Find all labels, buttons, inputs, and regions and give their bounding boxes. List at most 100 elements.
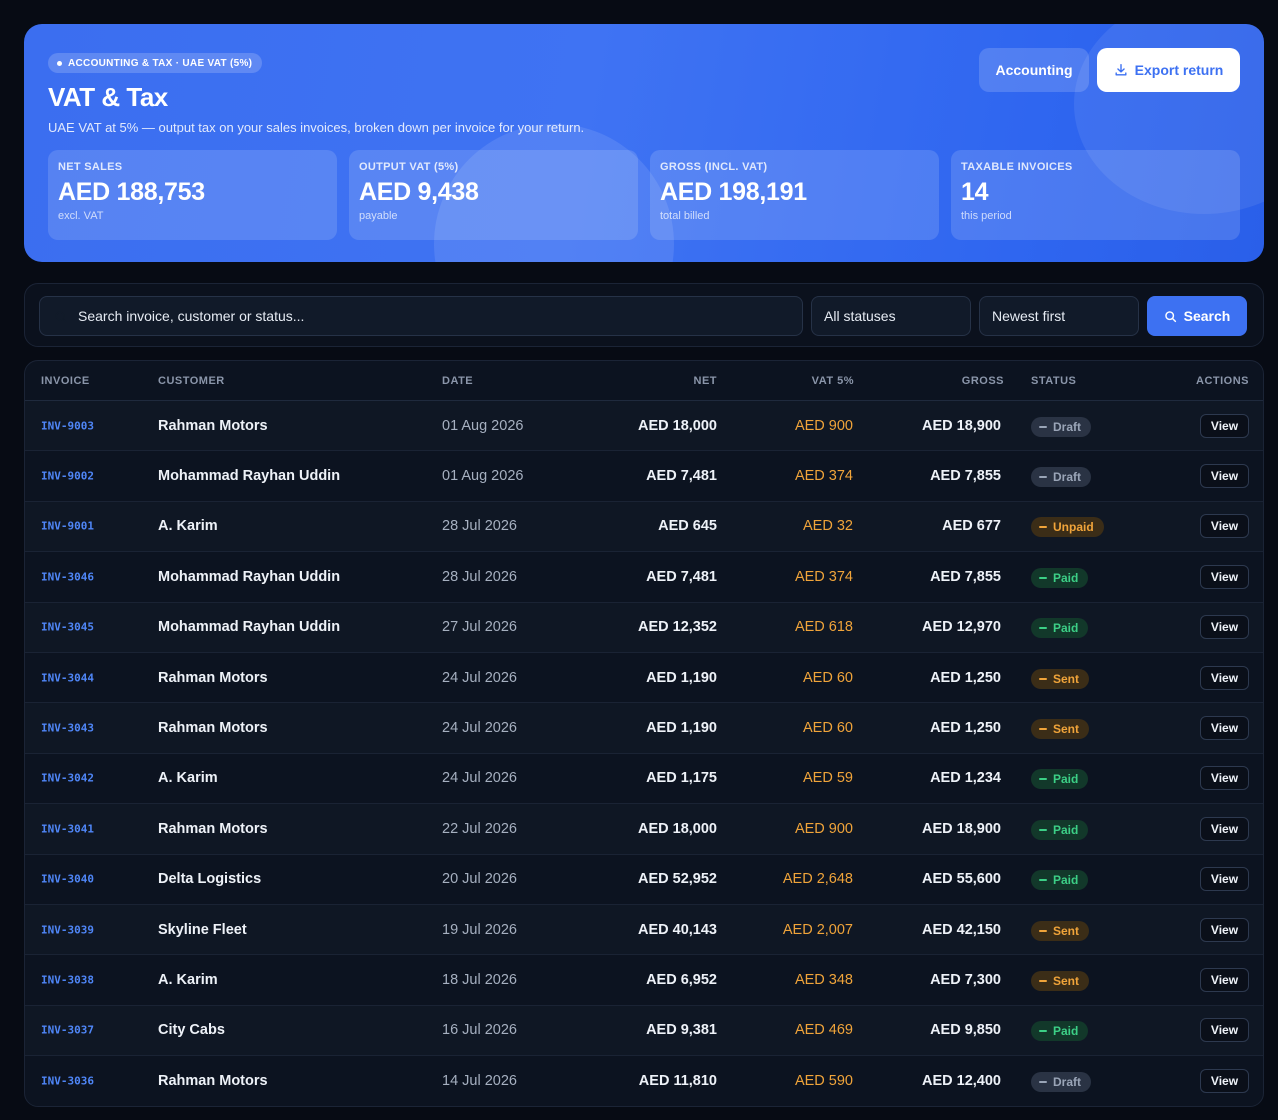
invoice-link[interactable]: INV-3042	[41, 772, 94, 785]
status-cell: Paid	[1031, 566, 1089, 588]
status-badge: Draft	[1031, 467, 1092, 488]
invoice-table: INVOICE CUSTOMER DATE NET VAT 5% GROSS S…	[24, 360, 1264, 1107]
status-cell: Unpaid	[1031, 515, 1104, 538]
accounting-button[interactable]: Accounting	[979, 48, 1089, 92]
status-label: Paid	[1053, 621, 1079, 636]
invoice-date: 24 Jul 2026	[442, 770, 517, 787]
status-dash-icon	[1039, 425, 1047, 428]
invoice-link[interactable]: INV-3039	[41, 923, 94, 936]
invoice-link[interactable]: INV-3040	[41, 873, 94, 886]
invoice-link[interactable]: INV-3036	[41, 1074, 94, 1087]
actions-cell: View	[1200, 615, 1249, 640]
gross-amount: AED 9,850	[930, 1022, 1001, 1039]
vat-amount: AED 590	[794, 1072, 853, 1089]
table-row: INV-3044 Rahman Motors 24 Jul 2026 AED 1,19…	[25, 653, 1263, 704]
invoice-link[interactable]: INV-3038	[41, 974, 94, 987]
table-row: INV-3038 A. Karim 18 Jul 2026 AED 6,952 AED …	[25, 955, 1263, 1006]
view-button[interactable]: View	[1200, 867, 1249, 892]
table-row: INV-3045 Mohammad Rayhan Uddin 27 Jul 2026…	[25, 602, 1263, 653]
table-row: INV-3039 Skyline Fleet 19 Jul 2026 AED 40,1…	[25, 905, 1263, 956]
net-amount: AED 11,810	[638, 1072, 717, 1089]
actions-cell: View	[1200, 464, 1249, 489]
vat-amount: AED 348	[794, 972, 853, 989]
table-row: INV-3040 Delta Logistics 20 Jul 2026 AED 52…	[25, 855, 1263, 905]
table-header: INVOICE CUSTOMER DATE NET VAT 5% GROSS S…	[25, 361, 1263, 401]
view-button[interactable]: View	[1200, 564, 1249, 589]
customer-name: Rahman Motors	[158, 720, 268, 737]
status-badge: Paid	[1031, 618, 1089, 639]
view-button[interactable]: View	[1200, 464, 1249, 489]
table-row: INV-3037 City Cabs 16 Jul 2026 AED 9,381 AED…	[25, 1005, 1263, 1057]
invoice-link[interactable]: INV-3045	[41, 621, 94, 634]
status-badge: Sent	[1031, 920, 1090, 941]
stat-note: this period	[961, 210, 1012, 222]
status-badge: Sent	[1031, 668, 1090, 689]
status-badge: Draft	[1031, 1071, 1092, 1092]
status-label: Draft	[1053, 470, 1082, 485]
status-dash-icon	[1039, 1080, 1047, 1083]
status-label: Paid	[1053, 1024, 1079, 1039]
status-dash-icon	[1039, 576, 1047, 579]
status-cell: Paid	[1031, 767, 1089, 790]
invoice-link[interactable]: INV-3037	[41, 1024, 94, 1037]
view-button[interactable]: View	[1200, 917, 1249, 942]
view-button[interactable]: View	[1200, 514, 1249, 539]
invoice-date: 16 Jul 2026	[442, 1022, 517, 1039]
search-input[interactable]: Search invoice, customer or status...	[39, 296, 803, 336]
invoice-link[interactable]: INV-3043	[41, 722, 94, 735]
gross-amount: AED 42,150	[922, 921, 1001, 938]
header-net: NET	[693, 375, 717, 387]
view-button[interactable]: View	[1200, 716, 1249, 741]
vat-amount: AED 469	[794, 1022, 853, 1039]
view-button[interactable]: View	[1200, 615, 1249, 640]
stat-value: AED 188,753	[58, 178, 205, 206]
status-badge: Paid	[1031, 819, 1089, 840]
actions-cell: View	[1200, 716, 1249, 741]
invoice-date: 01 Aug 2026	[442, 417, 524, 434]
invoice-date: 24 Jul 2026	[442, 720, 517, 737]
invoice-link[interactable]: INV-3044	[41, 671, 94, 684]
customer-name: Rahman Motors	[158, 669, 268, 686]
view-button[interactable]: View	[1200, 1018, 1249, 1043]
invoice-link[interactable]: INV-9001	[41, 520, 94, 533]
actions-cell: View	[1200, 816, 1249, 841]
vat-amount: AED 900	[794, 820, 853, 837]
vat-amount: AED 60	[803, 669, 853, 686]
table-row: INV-3042 A. Karim 24 Jul 2026 AED 1,175 AED …	[25, 754, 1263, 805]
status-cell: Sent	[1031, 667, 1090, 689]
status-dash-icon	[1039, 627, 1047, 630]
header-actions: ACTIONS	[1196, 375, 1249, 387]
stat-note: excl. VAT	[58, 210, 104, 222]
view-button[interactable]: View	[1200, 413, 1249, 438]
net-amount: AED 1,175	[646, 770, 717, 787]
status-cell: Paid	[1031, 1019, 1089, 1042]
invoice-link[interactable]: INV-9003	[41, 419, 94, 432]
status-badge: Paid	[1031, 1021, 1089, 1042]
export-return-button[interactable]: Export return	[1097, 48, 1240, 92]
search-button[interactable]: Search	[1147, 296, 1247, 336]
view-button[interactable]: View	[1200, 816, 1249, 841]
actions-cell: View	[1200, 1018, 1249, 1043]
status-badge: Sent	[1031, 719, 1090, 740]
invoice-link[interactable]: INV-3046	[41, 570, 94, 583]
status-select[interactable]: All statuses	[811, 296, 971, 336]
stats-row: NET SALES AED 188,753 excl. VAT OUTPUT V…	[48, 150, 1240, 240]
table-row: INV-9003 Rahman Motors 01 Aug 2026 AED 18,0…	[25, 401, 1263, 452]
view-button[interactable]: View	[1200, 665, 1249, 690]
sort-select[interactable]: Newest first	[979, 296, 1139, 336]
view-button[interactable]: View	[1200, 968, 1249, 993]
status-cell: Draft	[1031, 415, 1092, 437]
customer-name: Rahman Motors	[158, 417, 268, 434]
invoice-link[interactable]: INV-9002	[41, 470, 94, 483]
actions-cell: View	[1200, 917, 1249, 942]
net-amount: AED 18,000	[638, 820, 717, 837]
view-button[interactable]: View	[1200, 766, 1249, 791]
status-label: Paid	[1053, 772, 1079, 787]
status-dash-icon	[1039, 476, 1047, 479]
view-button[interactable]: View	[1200, 1068, 1249, 1093]
status-label: Unpaid	[1053, 520, 1094, 535]
invoice-date: 24 Jul 2026	[442, 669, 517, 686]
status-cell: Sent	[1031, 919, 1090, 941]
net-amount: AED 7,481	[646, 468, 717, 485]
invoice-link[interactable]: INV-3041	[41, 822, 94, 835]
